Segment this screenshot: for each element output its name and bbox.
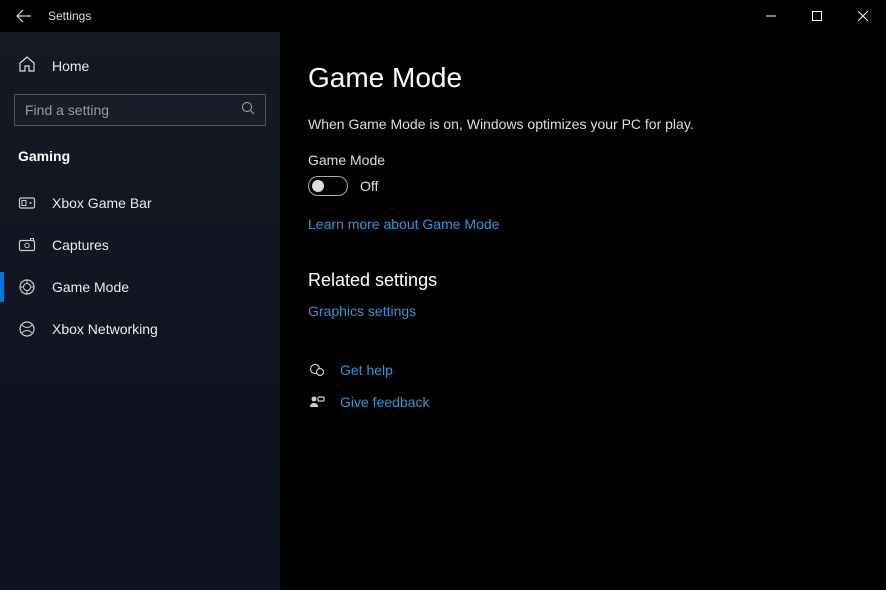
page-title: Game Mode [308, 62, 886, 94]
sidebar-item-captures[interactable]: Captures [0, 224, 280, 266]
toggle-state: Off [360, 178, 378, 194]
back-button[interactable] [14, 6, 34, 26]
sidebar-item-label: Game Mode [52, 279, 129, 295]
sidebar-item-label: Xbox Game Bar [52, 195, 152, 211]
home-label: Home [52, 58, 89, 74]
search-box[interactable] [14, 94, 266, 126]
home-icon [18, 55, 36, 78]
feedback-icon [308, 393, 326, 411]
maximize-button[interactable] [794, 0, 840, 32]
give-feedback-row[interactable]: Give feedback [308, 393, 886, 411]
home-button[interactable]: Home [0, 46, 280, 86]
sidebar-item-xbox-game-bar[interactable]: Xbox Game Bar [0, 182, 280, 224]
learn-more-link[interactable]: Learn more about Game Mode [308, 216, 499, 232]
xbox-icon [18, 320, 36, 338]
sidebar-item-label: Captures [52, 237, 109, 253]
close-button[interactable] [840, 0, 886, 32]
sidebar-item-label: Xbox Networking [52, 321, 158, 337]
gamebar-icon [18, 194, 36, 212]
graphics-settings-link[interactable]: Graphics settings [308, 303, 416, 319]
toggle-label: Game Mode [308, 152, 886, 168]
page-description: When Game Mode is on, Windows optimizes … [308, 116, 886, 132]
help-icon [308, 361, 326, 379]
content-area: Game Mode When Game Mode is on, Windows … [280, 32, 886, 590]
window-title: Settings [48, 9, 91, 23]
minimize-button[interactable] [748, 0, 794, 32]
titlebar: Settings [0, 0, 886, 32]
give-feedback-link: Give feedback [340, 394, 430, 410]
sidebar-item-xbox-networking[interactable]: Xbox Networking [0, 308, 280, 350]
nav-list: Xbox Game Bar Captures Game Mode Xbox Ne… [0, 182, 280, 350]
sidebar-item-game-mode[interactable]: Game Mode [0, 266, 280, 308]
sidebar: Home Gaming Xbox Game Bar Cap [0, 32, 280, 590]
search-input[interactable] [25, 102, 241, 118]
captures-icon [18, 236, 36, 254]
related-settings-heading: Related settings [308, 270, 886, 291]
get-help-row[interactable]: Get help [308, 361, 886, 379]
get-help-link: Get help [340, 362, 393, 378]
search-icon [241, 101, 255, 120]
toggle-knob [312, 180, 324, 192]
category-label: Gaming [0, 138, 280, 172]
gamemode-icon [18, 278, 36, 296]
game-mode-toggle[interactable] [308, 176, 348, 196]
